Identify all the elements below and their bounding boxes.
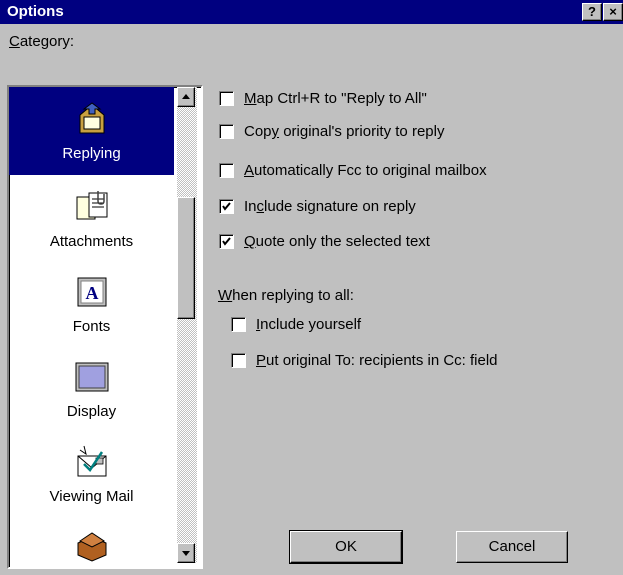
category-items: Replying Attachments A Fonts Display Vie… [9, 87, 174, 567]
category-item-fonts[interactable]: A Fonts [9, 260, 174, 345]
option-map-ctrl-r[interactable]: Map Ctrl+R to "Reply to All" [219, 90, 427, 107]
viewing-mail-icon [77, 445, 107, 477]
checkbox[interactable] [219, 124, 234, 139]
mailbox-tray-icon [77, 532, 107, 562]
attachments-icon [76, 191, 108, 220]
option-label: Map Ctrl+R to "Reply to All" [244, 90, 427, 107]
reply-icon [79, 102, 105, 134]
scroll-up-button[interactable] [177, 87, 195, 107]
checkbox[interactable] [219, 234, 234, 249]
category-item-viewing-mail[interactable]: Viewing Mail [9, 430, 174, 515]
help-button[interactable]: ? [582, 3, 602, 21]
fonts-icon: A [77, 277, 107, 307]
category-label-text: ategory: [19, 33, 75, 50]
option-quote-selected[interactable]: Quote only the selected text [219, 233, 430, 250]
checkbox[interactable] [231, 353, 246, 368]
option-include-signature[interactable]: Include signature on reply [219, 198, 416, 215]
option-auto-fcc[interactable]: Automatically Fcc to original mailbox [219, 162, 487, 179]
option-put-original-to-cc[interactable]: Put original To: recipients in Cc: field [231, 352, 498, 369]
scroll-down-button[interactable] [177, 543, 195, 563]
category-label: Category: [9, 33, 74, 50]
option-label: Put original To: recipients in Cc: field [256, 352, 498, 369]
arrow-up-icon [182, 94, 190, 99]
category-item-label: Replying [62, 145, 121, 162]
option-label: Include signature on reply [244, 198, 416, 215]
category-item-mailbox-tray[interactable] [9, 515, 174, 567]
display-icon [75, 362, 109, 392]
category-scrollbar[interactable] [177, 87, 197, 563]
checkbox[interactable] [219, 199, 234, 214]
category-listbox[interactable]: Replying Attachments A Fonts Display Vie… [7, 85, 203, 569]
category-item-display[interactable]: Display [9, 345, 174, 430]
option-label: Automatically Fcc to original mailbox [244, 162, 487, 179]
option-label: Copy original's priority to reply [244, 123, 445, 140]
svg-text:A: A [86, 283, 99, 303]
category-item-label: Fonts [72, 318, 111, 335]
category-item-attachments[interactable]: Attachments [9, 175, 174, 260]
window-title: Options [7, 3, 64, 20]
category-item-label: Display [66, 403, 117, 420]
ok-button[interactable]: OK [289, 530, 403, 564]
option-copy-priority[interactable]: Copy original's priority to reply [219, 123, 444, 140]
option-include-yourself[interactable]: Include yourself [231, 316, 361, 333]
category-label-accel: C [9, 33, 20, 50]
checkbox[interactable] [219, 91, 234, 106]
option-label: Include yourself [256, 316, 362, 333]
checkbox[interactable] [231, 317, 246, 332]
category-item-label: Viewing Mail [49, 488, 134, 505]
reply-all-label: When replying to all: [218, 287, 354, 304]
checkmark-icon [222, 202, 231, 211]
option-label: Quote only the selected text [244, 233, 430, 250]
arrow-down-icon [182, 551, 190, 556]
title-bar: Options ? × [0, 0, 623, 24]
checkbox[interactable] [219, 163, 234, 178]
cancel-button[interactable]: Cancel [456, 531, 568, 563]
category-item-label: Attachments [49, 233, 134, 250]
checkmark-icon [222, 237, 231, 246]
category-item-replying[interactable]: Replying [9, 87, 174, 175]
scroll-thumb[interactable] [177, 197, 195, 319]
close-button[interactable]: × [603, 3, 623, 21]
